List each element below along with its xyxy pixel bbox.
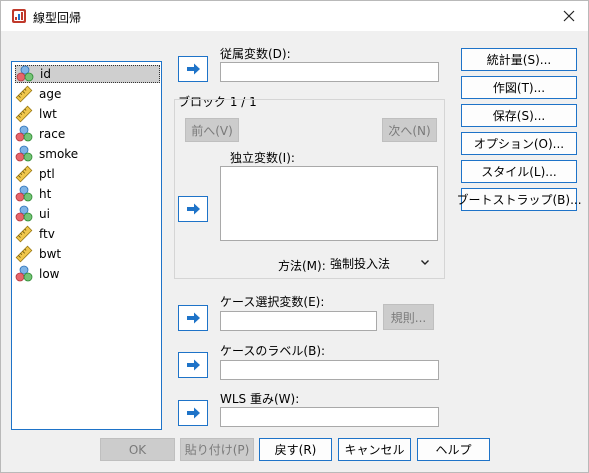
variable-item[interactable]: race [15, 125, 160, 143]
variable-label: race [39, 127, 66, 141]
variable-label: age [39, 87, 62, 101]
nominal-variable-icon [15, 205, 33, 222]
method-value: 強制投入法 [330, 256, 391, 271]
nominal-variable-icon [15, 265, 33, 282]
independent-list[interactable] [220, 166, 438, 241]
method-label: 方法(M): [278, 259, 326, 273]
variable-item[interactable]: smoke [15, 145, 160, 163]
chevron-down-icon [421, 260, 429, 265]
variable-item[interactable]: lwt [15, 105, 160, 123]
title-bar: 線型回帰 [1, 1, 588, 31]
case-labels-label: ケースのラベル(B): [220, 344, 326, 358]
variable-label: ht [39, 187, 52, 201]
dependent-move-button[interactable] [178, 56, 208, 82]
close-icon [563, 10, 575, 22]
case-labels-field[interactable] [220, 360, 439, 380]
paste-button[interactable]: 貼り付け(P) [180, 438, 254, 461]
bootstrap-button[interactable]: ブートストラップ(B)... [456, 188, 582, 211]
arrow-right-icon [187, 312, 200, 324]
variable-item[interactable]: age [15, 85, 160, 103]
scale-variable-icon [15, 225, 33, 243]
nominal-variable-icon [15, 145, 33, 162]
app-icon [12, 9, 26, 23]
case-labels-move-button[interactable] [178, 352, 208, 378]
case-selection-move-button[interactable] [178, 305, 208, 331]
scale-variable-icon [15, 85, 33, 103]
variable-label: ptl [39, 167, 55, 181]
method-select[interactable]: 強制投入法 [328, 253, 436, 273]
statistics-button[interactable]: 統計量(S)... [461, 48, 577, 71]
nominal-variable-icon [15, 185, 33, 202]
arrow-right-icon [187, 359, 200, 371]
variable-item[interactable]: ptl [15, 165, 160, 183]
case-selection-field[interactable] [220, 311, 377, 331]
wls-label: WLS 重み(W): [220, 392, 300, 406]
save-button[interactable]: 保存(S)... [461, 104, 577, 127]
variable-list[interactable]: id age lwt race smoke ptl ht ui ftv bwt low [11, 61, 162, 430]
help-button[interactable]: ヘルプ [417, 438, 490, 461]
nominal-variable-icon [15, 125, 33, 142]
variable-label: bwt [39, 247, 62, 261]
next-block-button[interactable]: 次へ(N) [382, 118, 437, 142]
window-title: 線型回帰 [33, 11, 82, 25]
linear-regression-dialog: 線型回帰 id age lwt race smoke ptl ht ui ftv bwt low 従… [0, 0, 589, 473]
nominal-variable-icon [16, 65, 34, 82]
style-button[interactable]: スタイル(L)... [461, 160, 577, 183]
ok-button[interactable]: OK [100, 438, 175, 461]
arrow-right-icon [187, 203, 200, 215]
variable-item[interactable]: ht [15, 185, 160, 203]
close-button[interactable] [556, 3, 582, 29]
variable-label: low [39, 267, 60, 281]
independent-move-button[interactable] [178, 196, 208, 222]
dependent-label: 従属変数(D): [220, 47, 291, 61]
arrow-right-icon [187, 407, 200, 419]
variable-label: id [40, 67, 51, 81]
arrow-right-icon [187, 63, 200, 75]
options-button[interactable]: オプション(O)... [461, 132, 577, 155]
variable-label: ftv [39, 227, 55, 241]
scale-variable-icon [15, 165, 33, 183]
variable-item[interactable]: id [15, 65, 160, 83]
variable-item[interactable]: bwt [15, 245, 160, 263]
prev-block-button[interactable]: 前へ(V) [185, 118, 239, 142]
scale-variable-icon [15, 105, 33, 123]
variable-label: lwt [39, 107, 57, 121]
independent-label: 独立変数(I): [230, 151, 295, 165]
variable-label: ui [39, 207, 50, 221]
variable-item[interactable]: ftv [15, 225, 160, 243]
rule-button[interactable]: 規則... [383, 304, 434, 330]
dependent-field[interactable] [220, 62, 439, 82]
variable-item[interactable]: ui [15, 205, 160, 223]
cancel-button[interactable]: キャンセル [338, 438, 411, 461]
plots-button[interactable]: 作図(T)... [461, 76, 577, 99]
case-selection-label: ケース選択変数(E): [220, 295, 325, 309]
wls-move-button[interactable] [178, 400, 208, 426]
variable-label: smoke [39, 147, 79, 161]
scale-variable-icon [15, 245, 33, 263]
wls-field[interactable] [220, 407, 439, 427]
variable-item[interactable]: low [15, 265, 160, 283]
reset-button[interactable]: 戻す(R) [259, 438, 332, 461]
